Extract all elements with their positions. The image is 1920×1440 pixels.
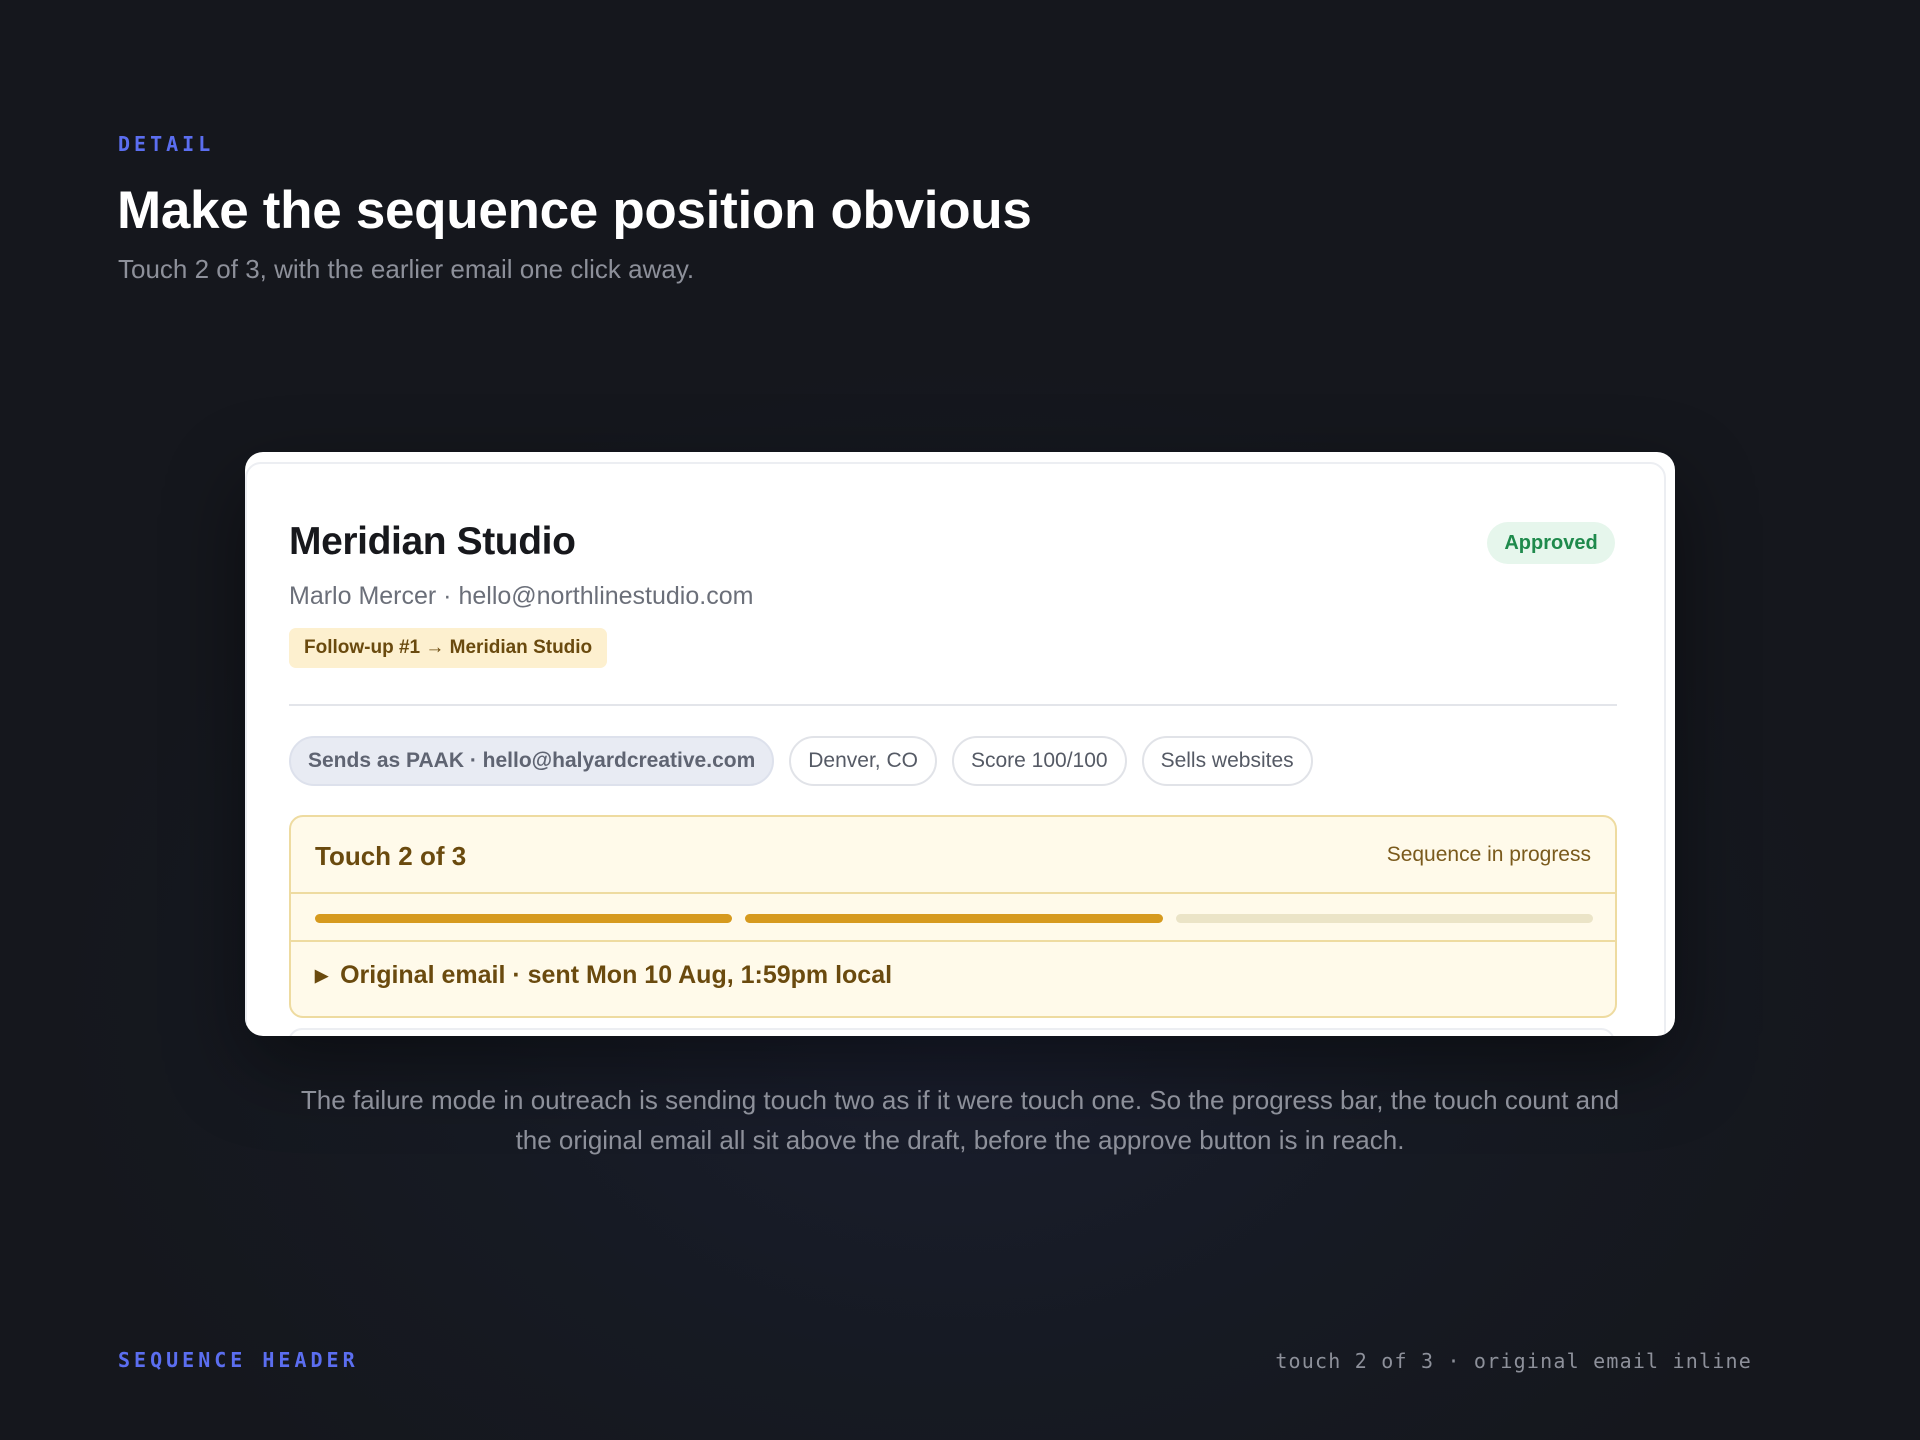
original-email-label: Original email · sent Mon 10 Aug, 1:59pm… — [340, 961, 893, 989]
location-chip: Denver, CO — [789, 736, 937, 786]
sequence-status: Sequence in progress — [1386, 843, 1591, 866]
company-name: Meridian Studio — [289, 520, 576, 563]
lead-card: Meridian Studio Approved Marlo Mercer · … — [245, 452, 1675, 1036]
card-panel: Meridian Studio Approved Marlo Mercer · … — [245, 462, 1666, 1036]
progress-segment-3 — [1175, 914, 1593, 923]
score-chip: Score 100/100 — [951, 736, 1127, 786]
status-badge: Approved — [1487, 522, 1615, 564]
progress-row-divider — [291, 940, 1615, 942]
touch-count: Touch 2 of 3 — [315, 841, 467, 871]
sequence-progress-bar — [315, 914, 1593, 923]
progress-segment-1 — [315, 914, 733, 923]
slide-title: Make the sequence position obvious — [117, 181, 1032, 240]
slide-subtitle: Touch 2 of 3, with the earlier email one… — [118, 254, 695, 284]
original-email-toggle[interactable]: ▶ Original email · sent Mon 10 Aug, 1:59… — [315, 961, 892, 990]
contact-line: Marlo Mercer · hello@northlinestudio.com — [289, 582, 754, 610]
sequence-panel: Touch 2 of 3 Sequence in progress ▶ Orig… — [289, 815, 1617, 1018]
footer-summary: touch 2 of 3 · original email inline — [1275, 1349, 1752, 1373]
sequence-header: Touch 2 of 3 Sequence in progress — [291, 817, 1615, 894]
triangle-right-icon: ▶ — [315, 966, 329, 985]
footer-section-label: SEQUENCE HEADER — [118, 1348, 359, 1372]
draft-card-edge — [288, 1028, 1615, 1036]
offer-chip: Sells websites — [1141, 736, 1313, 786]
followup-tag: Follow-up #1 → Meridian Studio — [289, 628, 608, 668]
slide-caption: The failure mode in outreach is sending … — [300, 1085, 1620, 1155]
info-chips: Sends as PAAK · hello@halyardcreative.co… — [289, 736, 1313, 786]
eyebrow-label: DETAIL — [118, 132, 215, 156]
sender-chip[interactable]: Sends as PAAK · hello@halyardcreative.co… — [289, 736, 775, 786]
card-divider — [289, 704, 1617, 706]
progress-segment-2 — [745, 914, 1163, 923]
